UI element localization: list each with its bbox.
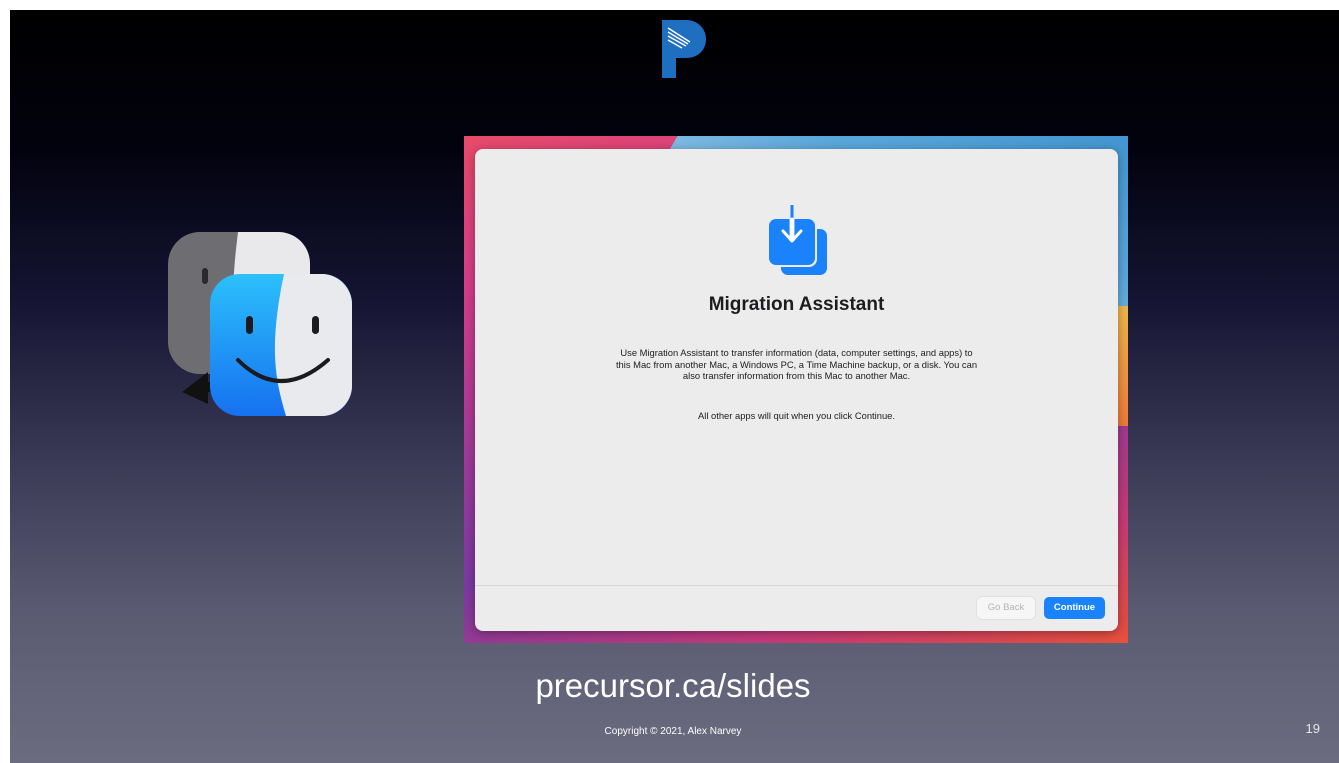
footer-divider	[475, 585, 1118, 586]
migration-assistant-icon	[168, 232, 352, 416]
migration-download-icon	[767, 203, 827, 275]
slide: Migration Assistant Use Migration Assist…	[10, 10, 1339, 763]
window-note: All other apps will quit when you click …	[698, 410, 895, 421]
copyright-notice: Copyright © 2021, Alex Narvey	[604, 726, 742, 737]
migration-assistant-window: Migration Assistant Use Migration Assist…	[475, 149, 1118, 631]
migration-assistant-screenshot: Migration Assistant Use Migration Assist…	[464, 136, 1128, 643]
page-number: 19	[1305, 721, 1320, 736]
slides-url: precursor.ca/slides	[535, 667, 811, 704]
precursor-logo-icon	[662, 20, 706, 78]
continue-button[interactable]: Continue	[1044, 597, 1105, 619]
window-title: Migration Assistant	[708, 294, 885, 315]
window-description: Use Migration Assistant to transfer info…	[615, 347, 978, 381]
go-back-button[interactable]: Go Back	[977, 597, 1035, 619]
